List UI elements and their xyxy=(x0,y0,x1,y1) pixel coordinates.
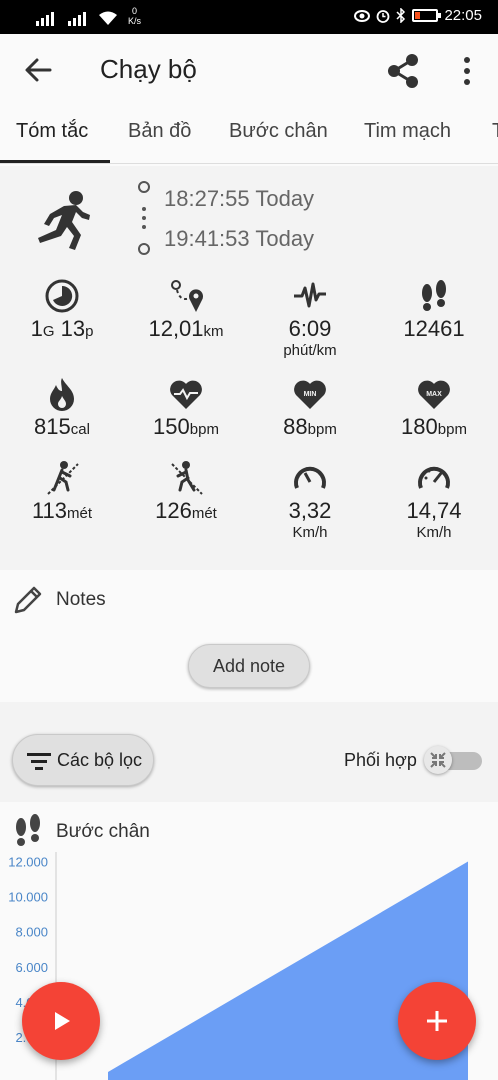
notes-title: Notes xyxy=(56,589,106,610)
speedometer-max-icon xyxy=(418,466,450,489)
heart-min-icon: MIN xyxy=(294,380,326,409)
filter-icon xyxy=(27,753,51,770)
add-button[interactable] xyxy=(398,982,476,1060)
footprints-icon xyxy=(422,280,446,311)
signal-icon xyxy=(36,10,54,26)
share-icon[interactable] xyxy=(384,52,422,90)
add-note-button[interactable]: Add note xyxy=(188,644,310,688)
tab-indicator xyxy=(0,160,110,163)
timer-icon xyxy=(45,279,79,313)
stat-avg-speed: 3,32 Km/h xyxy=(248,460,372,542)
stat-descent: 126mét xyxy=(124,460,248,527)
hiking-down-icon xyxy=(171,461,203,495)
route-icon xyxy=(171,280,203,312)
stat-min-hr: MIN 88bpm xyxy=(248,376,372,443)
summary-panel: 18:27:55 Today 19:41:53 Today 1G 13p 12,… xyxy=(0,166,498,570)
speedometer-icon xyxy=(294,466,326,489)
svg-text:MIN: MIN xyxy=(304,391,317,398)
start-time: 18:27:55 Today xyxy=(164,186,315,211)
filters-button[interactable]: Các bộ lọc xyxy=(12,734,154,786)
timeline-icon xyxy=(138,181,150,255)
combine-label: Phối hợp xyxy=(344,750,417,770)
end-time: 19:41:53 Today xyxy=(164,226,315,251)
filters-label: Các bộ lọc xyxy=(57,750,143,770)
play-button[interactable] xyxy=(22,982,100,1060)
alarm-icon xyxy=(377,9,390,23)
tab-bar: Tóm tắc Bản đồ Bước chân Tim mạch T xyxy=(0,106,498,164)
y-tick-label: 6.000 xyxy=(15,960,48,975)
compress-icon xyxy=(430,752,446,768)
heart-pulse-icon xyxy=(170,380,202,409)
app-bar: Chạy bộ xyxy=(0,34,498,106)
y-tick-label: 12.000 xyxy=(8,855,48,870)
tab-overflow[interactable]: T xyxy=(492,120,498,143)
combine-toggle[interactable] xyxy=(424,746,452,774)
stat-max-hr: MAX 180bpm xyxy=(372,376,496,443)
heart-max-icon: MAX xyxy=(418,380,450,409)
footprints-icon xyxy=(16,814,40,846)
stat-calories: 815cal xyxy=(0,376,124,443)
filter-row: Các bộ lọc Phối hợp xyxy=(0,702,498,802)
tab-steps[interactable]: Bước chân xyxy=(229,120,328,143)
y-tick-label: 10.000 xyxy=(8,890,48,905)
clock: 22:05 xyxy=(444,7,482,24)
signal-icon-2 xyxy=(68,10,86,26)
stat-ascent: 113mét xyxy=(0,460,124,527)
stat-pace: 6:09 phút/km xyxy=(248,278,372,360)
add-icon xyxy=(427,1011,447,1031)
bluetooth-icon xyxy=(396,8,406,23)
stat-distance: 12,01km xyxy=(124,278,248,345)
steps-chart-title: Bước chân xyxy=(56,821,150,842)
page-title: Chạy bộ xyxy=(100,54,197,84)
wifi-icon xyxy=(99,11,117,25)
tab-summary[interactable]: Tóm tắc xyxy=(16,120,88,143)
stat-duration: 1G 13p xyxy=(0,278,124,345)
y-tick-label: 8.000 xyxy=(15,925,48,940)
pulse-wave-icon xyxy=(294,282,326,308)
stat-max-speed: 14,74 Km/h xyxy=(372,460,496,542)
tab-map[interactable]: Bản đồ xyxy=(128,120,191,143)
battery-icon xyxy=(412,9,442,22)
net-speed: 0 K/s xyxy=(128,6,142,26)
hiking-up-icon xyxy=(47,461,79,495)
running-icon xyxy=(38,191,90,250)
back-arrow-icon[interactable] xyxy=(20,52,56,88)
svg-text:MAX: MAX xyxy=(426,391,442,398)
stat-steps: 12461 xyxy=(372,278,496,342)
play-icon xyxy=(55,1012,70,1030)
tab-heart[interactable]: Tim mạch xyxy=(364,120,451,143)
stat-avg-hr: 150bpm xyxy=(124,376,248,443)
notes-section: Notes Add note xyxy=(0,570,498,702)
eye-icon xyxy=(354,9,371,22)
status-bar: 0 K/s 22:05 xyxy=(0,0,498,34)
flame-icon xyxy=(50,378,74,411)
pencil-icon xyxy=(14,586,42,614)
more-vert-icon[interactable] xyxy=(454,54,480,88)
